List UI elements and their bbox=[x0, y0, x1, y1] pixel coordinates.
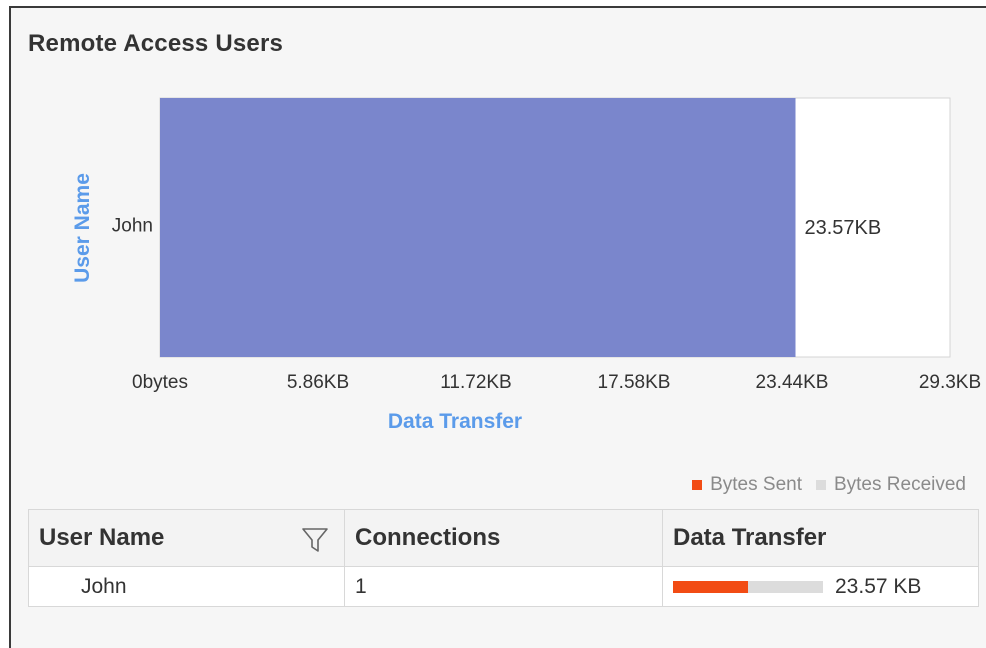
x-tick-label: 17.58KB bbox=[598, 372, 671, 393]
data-transfer-bar bbox=[673, 581, 823, 593]
column-header-data-transfer-label: Data Transfer bbox=[673, 524, 827, 551]
legend-item-bytes-sent[interactable]: Bytes Sent bbox=[692, 474, 802, 496]
column-header-connections[interactable]: Connections bbox=[345, 510, 663, 566]
bytes-sent-bar-fill bbox=[673, 581, 748, 593]
legend-label-bytes-received: Bytes Received bbox=[833, 474, 966, 495]
data-transfer-value: 23.57 KB bbox=[835, 575, 922, 598]
table-header: User Name Connections Data Transfer bbox=[29, 510, 978, 567]
column-header-user-name-label: User Name bbox=[39, 524, 165, 551]
remote-users-table: User Name Connections Data Transfer John… bbox=[28, 509, 979, 607]
cell-user-name: John bbox=[29, 567, 345, 607]
y-axis-title: User Name bbox=[71, 173, 94, 283]
cell-connections: 1 bbox=[345, 567, 663, 607]
filter-funnel-icon[interactable] bbox=[300, 526, 330, 554]
legend-item-bytes-received[interactable]: Bytes Received bbox=[815, 474, 966, 496]
x-tick-label: 11.72KB bbox=[440, 372, 511, 393]
chart-legend: Bytes Sent Bytes Received bbox=[692, 474, 966, 496]
x-axis-title: Data Transfer bbox=[388, 410, 522, 433]
x-tick-label: 5.86KB bbox=[287, 372, 349, 393]
bytes-received-swatch bbox=[815, 480, 826, 490]
column-header-connections-label: Connections bbox=[355, 524, 501, 551]
table-row[interactable]: John 1 23.57 KB bbox=[29, 567, 978, 607]
data-label: 23.57KB bbox=[805, 217, 882, 239]
x-tick-label: 23.44KB bbox=[756, 372, 829, 393]
bytes-sent-swatch bbox=[692, 480, 703, 490]
legend-label-bytes-sent: Bytes Sent bbox=[710, 474, 802, 495]
x-tick-label: 29.3KB bbox=[919, 372, 981, 393]
column-header-data-transfer[interactable]: Data Transfer bbox=[663, 510, 978, 566]
bar bbox=[160, 98, 796, 357]
x-tick-label: 0bytes bbox=[132, 372, 188, 393]
data-transfer-chart: 0bytes 5.86KB 11.72KB 17.58KB 23.44KB 29.3KB J… bbox=[71, 97, 981, 433]
y-tick-label: John bbox=[112, 216, 153, 237]
column-header-user-name[interactable]: User Name bbox=[29, 510, 345, 566]
cell-data-transfer: 23.57 KB bbox=[663, 567, 978, 607]
